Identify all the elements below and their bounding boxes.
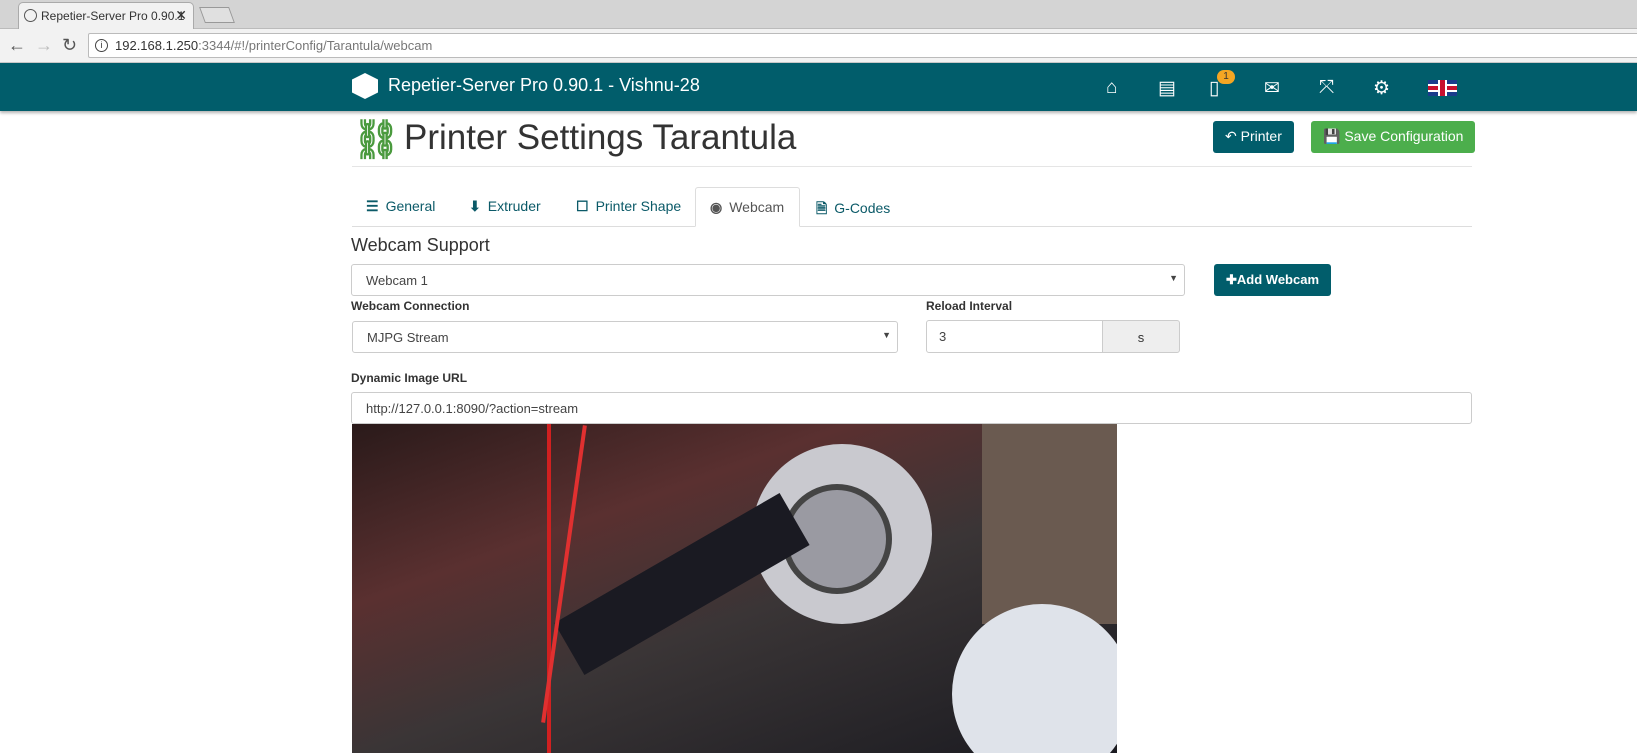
chain-link-icon: ⛓	[352, 119, 401, 161]
reload-interval-input[interactable]: 3	[926, 320, 1103, 353]
connection-label: Webcam Connection	[351, 299, 470, 313]
tab-g-codes[interactable]: 🗎 G-Codes	[802, 187, 904, 227]
page-title: Printer Settings Tarantula	[404, 118, 797, 157]
url-host: 192.168.1.250	[115, 38, 199, 53]
uk-flag-icon[interactable]	[1428, 80, 1457, 96]
tab-webcam[interactable]: ◉ Webcam	[695, 187, 800, 227]
home-icon[interactable]: ⌂	[1106, 77, 1117, 99]
close-tab-icon[interactable]: ✕	[175, 7, 187, 24]
brand-title: Repetier-Server Pro 0.90.1 - Vishnu-28	[388, 75, 700, 95]
tab-printer-shape[interactable]: ☐ Printer Shape	[562, 187, 695, 227]
tab-title: Repetier-Server Pro 0.90.1	[41, 9, 185, 23]
square-icon: ☐	[576, 198, 589, 214]
image-url-input[interactable]: http://127.0.0.1:8090/?action=stream	[351, 392, 1472, 424]
top-navbar: Repetier-Server Pro 0.90.1 - Vishnu-28 ⌂…	[0, 63, 1637, 111]
tab-label: Printer Shape	[595, 198, 682, 214]
cam-wall	[982, 424, 1117, 624]
printer-button[interactable]: ↶ Printer	[1213, 121, 1294, 153]
floppy-icon: 💾	[1323, 128, 1345, 144]
add-webcam-label: Add Webcam	[1236, 272, 1320, 287]
settings-tabs: ☰ General ⬇ Extruder ☐ Printer Shape ◉ Webca…	[352, 187, 1472, 227]
seconds-unit: s	[1102, 320, 1180, 353]
favicon-icon	[24, 9, 37, 22]
save-configuration-button[interactable]: 💾 Save Configuration	[1311, 121, 1476, 153]
fullscreen-icon[interactable]: ⤧	[1319, 77, 1334, 99]
list-icon: ☰	[366, 198, 379, 214]
notification-badge: 1	[1217, 70, 1235, 84]
file-icon: 🗎	[816, 200, 828, 216]
url-path: :3344/#!/printerConfig/Tarantula/webcam	[198, 38, 433, 53]
connection-value: MJPG Stream	[367, 330, 449, 345]
back-icon[interactable]: ←	[8, 35, 26, 56]
back-arrow-icon: ↶	[1225, 128, 1241, 144]
forward-icon[interactable]: →	[35, 35, 53, 56]
caret-down-icon: ▼	[1169, 273, 1178, 283]
reload-interval-value: 3	[939, 329, 947, 344]
tab-general[interactable]: ☰ General	[352, 187, 449, 227]
url-label: Dynamic Image URL	[351, 371, 468, 385]
archive-icon[interactable]: ▤	[1158, 77, 1176, 100]
url-input[interactable]: i 192.168.1.250:3344/#!/printerConfig/Tar…	[88, 33, 1637, 58]
webcam-icon: ◉	[710, 199, 723, 215]
tab-label: Extruder	[487, 198, 541, 214]
tab-label: General	[385, 198, 436, 214]
info-icon[interactable]: i	[95, 39, 108, 52]
webcam-preview-image	[352, 424, 1117, 753]
save-button-label: Save Configuration	[1344, 128, 1464, 144]
connection-select[interactable]: MJPG Stream ▼	[352, 321, 898, 353]
repetier-logo-icon	[352, 73, 378, 99]
webcam-select[interactable]: Webcam 1 ▼	[351, 264, 1185, 296]
divider	[352, 166, 1472, 167]
webcam-select-value: Webcam 1	[366, 273, 428, 288]
tab-label: G-Codes	[834, 200, 891, 216]
browser-tab-strip: Repetier-Server Pro 0.90.1 ✕	[0, 0, 1637, 29]
plus-icon: ✚	[1226, 272, 1237, 287]
mail-icon[interactable]: ✉	[1264, 77, 1280, 100]
reload-icon[interactable]: ↻	[62, 35, 77, 56]
address-bar-area: ← → ↻ i 192.168.1.250:3344/#!/printerConf…	[0, 29, 1637, 63]
brand[interactable]: Repetier-Server Pro 0.90.1 - Vishnu-28	[352, 73, 700, 99]
new-tab-button[interactable]	[199, 7, 235, 23]
gear-icon[interactable]: ⚙	[1373, 77, 1390, 100]
section-title: Webcam Support	[351, 235, 490, 255]
printer-button-label: Printer	[1240, 128, 1282, 144]
tab-extruder[interactable]: ⬇ Extruder	[455, 187, 555, 227]
extruder-icon: ⬇	[469, 198, 481, 214]
add-webcam-button[interactable]: ✚Add Webcam	[1214, 264, 1332, 296]
caret-down-icon: ▼	[882, 330, 891, 340]
reload-interval-label: Reload Interval	[926, 299, 1013, 313]
tab-label: Webcam	[729, 199, 785, 215]
browser-tab[interactable]: Repetier-Server Pro 0.90.1 ✕	[18, 2, 194, 29]
cam-spool	[952, 604, 1117, 753]
image-url-value: http://127.0.0.1:8090/?action=stream	[366, 401, 579, 416]
